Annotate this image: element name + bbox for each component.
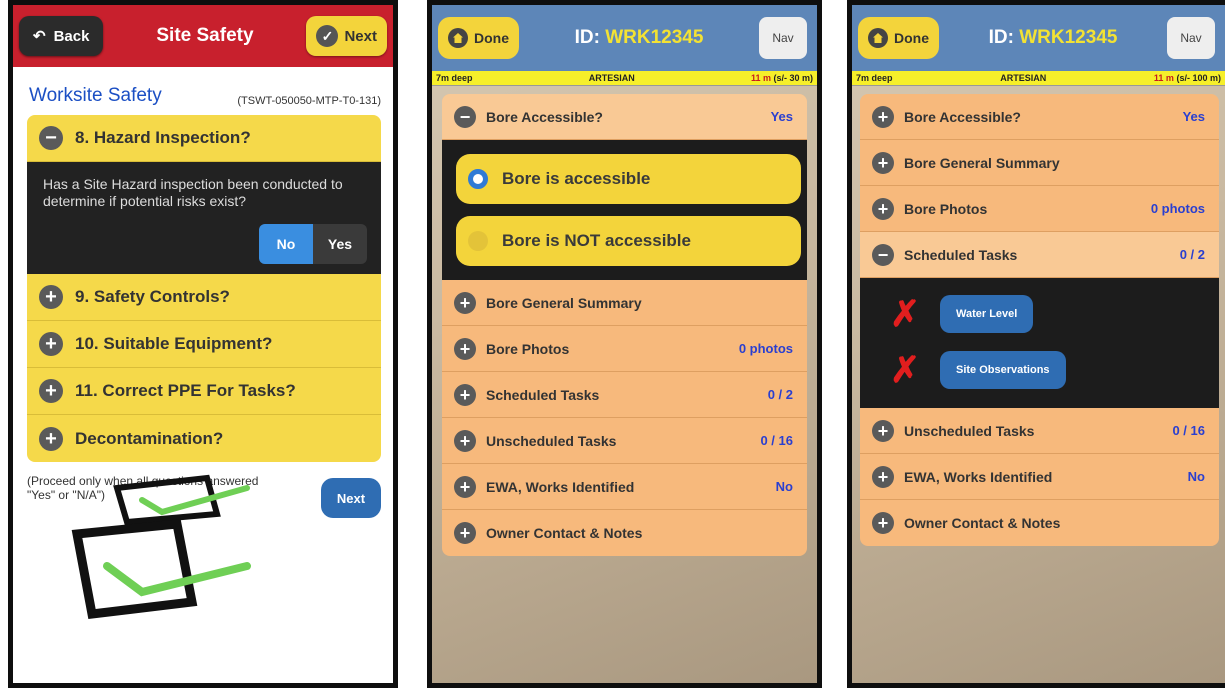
list-item[interactable]: + Bore General Summary	[442, 280, 807, 326]
header-bar: Done ID: WRK12345 Nav	[432, 5, 817, 71]
list-item[interactable]: + EWA, Works Identified No	[442, 464, 807, 510]
home-icon	[448, 28, 468, 48]
plus-icon: +	[872, 105, 894, 128]
info-strip: 7m deep ARTESIAN 11 m (s/- 30 m)	[432, 71, 817, 86]
x-mark-icon: ✗	[890, 349, 921, 390]
nav-button[interactable]: Nav	[758, 17, 807, 59]
answer-no-button[interactable]: No	[259, 224, 313, 264]
list-item[interactable]: − Bore Accessible? Yes	[442, 94, 807, 140]
nav-button[interactable]: Nav	[1166, 17, 1215, 59]
page-title: Site Safety	[156, 25, 254, 46]
footer-next-button[interactable]: Next	[321, 478, 381, 518]
plus-icon: +	[454, 475, 476, 498]
question-text: Has a Site Hazard inspection been conduc…	[43, 176, 343, 209]
question-item[interactable]: − 8. Hazard Inspection?	[27, 115, 381, 162]
answer-toggle: No Yes	[43, 224, 367, 264]
plus-icon: +	[872, 419, 894, 442]
task-row: ✗ Water Level	[860, 286, 1219, 342]
question-item[interactable]: + Decontamination?	[27, 415, 381, 462]
question-item[interactable]: + 11. Correct PPE For Tasks?	[27, 368, 381, 415]
scheduled-tasks-screen: Done ID: WRK12345 Nav 7m deep ARTESIAN 1…	[847, 0, 1225, 688]
plus-icon: +	[39, 426, 63, 451]
water-level-button[interactable]: Water Level	[940, 295, 1034, 333]
list-item[interactable]: + Bore Photos 0 photos	[860, 186, 1219, 232]
minus-icon: −	[872, 243, 894, 266]
radio-unselected-icon	[468, 231, 488, 251]
list-item[interactable]: + Owner Contact & Notes	[860, 500, 1219, 546]
list-item[interactable]: + Bore Photos 0 photos	[442, 326, 807, 372]
work-id-title: ID: WRK12345	[988, 27, 1118, 48]
home-icon	[868, 28, 888, 48]
answer-yes-button[interactable]: Yes	[313, 224, 367, 264]
list-item[interactable]: + EWA, Works Identified No	[860, 454, 1219, 500]
plus-icon: +	[39, 332, 63, 356]
option-not-accessible[interactable]: Bore is NOT accessible	[456, 216, 801, 266]
section-header: Worksite Safety (TSWT-050050-MTP-T0-131)	[13, 67, 393, 111]
list-item[interactable]: + Unscheduled Tasks 0 / 16	[442, 418, 807, 464]
list-item[interactable]: + Bore Accessible? Yes	[860, 94, 1219, 140]
minus-icon: −	[454, 105, 476, 128]
header-bar: Done ID: WRK12345 Nav	[852, 5, 1225, 71]
plus-icon: +	[39, 379, 63, 403]
plus-icon: +	[454, 522, 476, 544]
list-item[interactable]: + Bore General Summary	[860, 140, 1219, 186]
bore-menu-list: − Bore Accessible? Yes Bore is accessible…	[442, 94, 807, 556]
bore-menu-list: + Bore Accessible? Yes + Bore General Summ…	[860, 94, 1219, 546]
x-mark-icon: ✗	[890, 293, 921, 334]
check-icon: ✓	[316, 25, 339, 47]
plus-icon: +	[454, 291, 476, 314]
question-panel: Has a Site Hazard inspection been conduc…	[27, 162, 381, 274]
question-accordion: − 8. Hazard Inspection? Has a Site Hazar…	[27, 115, 381, 462]
back-arrow-icon: ↶	[33, 28, 46, 45]
tasks-panel: ✗ Water Level ✗ Site Observations	[860, 278, 1219, 408]
radio-selected-icon	[468, 169, 488, 189]
task-row: ✗ Site Observations	[860, 342, 1219, 398]
bore-accessible-screen: Done ID: WRK12345 Nav 7m deep ARTESIAN 1…	[427, 0, 822, 688]
section-title: Worksite Safety	[29, 85, 162, 106]
list-item[interactable]: + Owner Contact & Notes	[442, 510, 807, 556]
done-button[interactable]: Done	[438, 17, 519, 59]
plus-icon: +	[872, 465, 894, 488]
info-strip: 7m deep ARTESIAN 11 m (s/- 100 m)	[852, 71, 1225, 86]
site-safety-screen: ↶ Back Site Safety ✓ Next Worksite Safet…	[8, 0, 398, 688]
access-options-panel: Bore is accessible Bore is NOT accessibl…	[442, 140, 807, 280]
list-item[interactable]: + Unscheduled Tasks 0 / 16	[860, 408, 1219, 454]
back-button[interactable]: ↶ Back	[19, 16, 104, 56]
option-accessible[interactable]: Bore is accessible	[456, 154, 801, 204]
footer-area: (Proceed only when all questions answere…	[27, 474, 381, 644]
section-code: (TSWT-050050-MTP-T0-131)	[237, 95, 381, 107]
list-item[interactable]: − Scheduled Tasks 0 / 2	[860, 232, 1219, 278]
plus-icon: +	[872, 197, 894, 220]
question-item[interactable]: + 10. Suitable Equipment?	[27, 321, 381, 368]
question-item[interactable]: + 9. Safety Controls?	[27, 274, 381, 321]
plus-icon: +	[872, 512, 894, 534]
checkbox-checkmark-icon	[71, 474, 251, 619]
header-bar: ↶ Back Site Safety ✓ Next	[13, 5, 393, 67]
work-id-title: ID: WRK12345	[574, 27, 704, 48]
done-button[interactable]: Done	[858, 17, 939, 59]
plus-icon: +	[39, 285, 63, 309]
plus-icon: +	[872, 151, 894, 174]
plus-icon: +	[454, 429, 476, 452]
next-button[interactable]: ✓ Next	[306, 16, 387, 56]
list-item[interactable]: + Scheduled Tasks 0 / 2	[442, 372, 807, 418]
minus-icon: −	[39, 126, 63, 150]
site-observations-button[interactable]: Site Observations	[940, 351, 1066, 389]
plus-icon: +	[454, 383, 476, 406]
plus-icon: +	[454, 337, 476, 360]
